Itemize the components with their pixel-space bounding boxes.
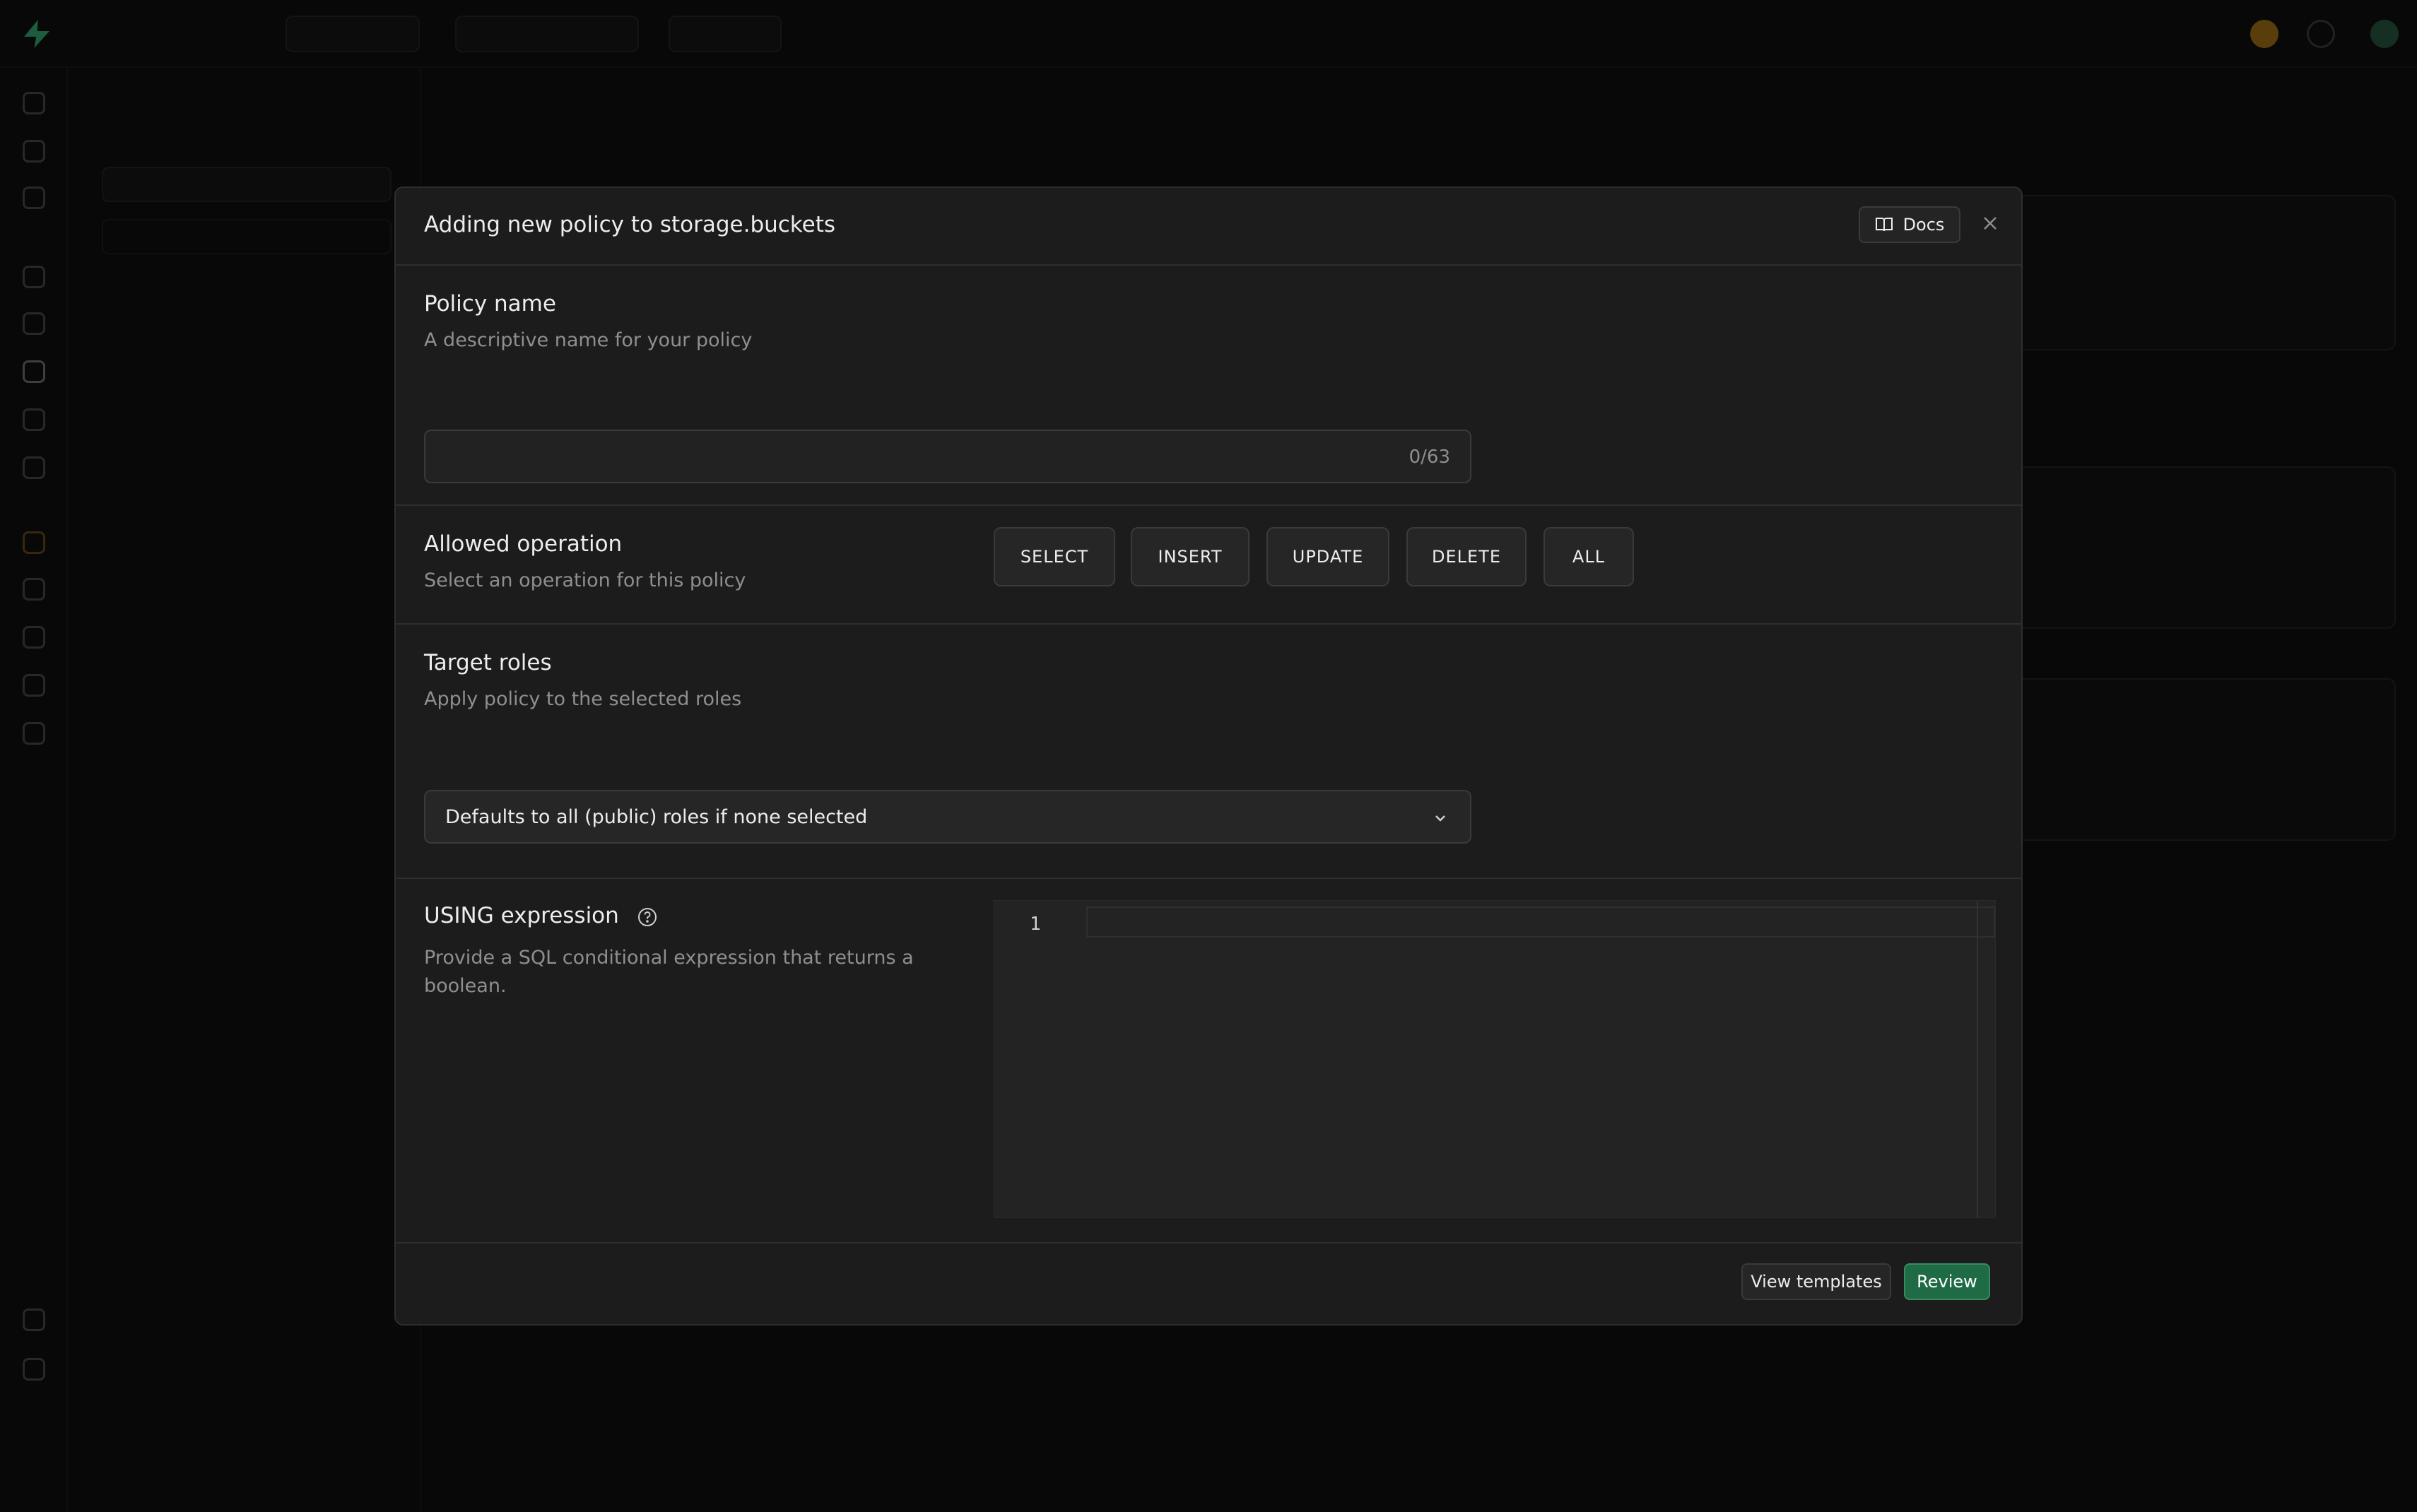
using-expression-label: USING expression [424, 903, 619, 928]
target-roles-select[interactable]: Defaults to all (public) roles if none s… [424, 790, 1471, 844]
policy-name-counter: 0/63 [1409, 447, 1450, 468]
allowed-operation-section: Allowed operation Select an operation fo… [396, 506, 2021, 625]
target-roles-help: Apply policy to the selected roles [424, 688, 742, 710]
target-roles-value: Defaults to all (public) roles if none s… [445, 805, 868, 828]
book-icon [1875, 218, 1893, 232]
policy-name-section: Policy name A descriptive name for your … [396, 266, 2021, 506]
allowed-operation-help: Select an operation for this policy [424, 569, 746, 591]
line-number: 1 [1030, 914, 1041, 935]
docs-label: Docs [1903, 215, 1945, 235]
using-expression-label-row: USING expression [424, 903, 659, 928]
add-policy-modal: Adding new policy to storage.buckets Doc… [394, 187, 2023, 1325]
operation-all-button[interactable]: ALL [1543, 527, 1634, 586]
allowed-operation-label: Allowed operation [424, 531, 623, 557]
operation-update-button[interactable]: UPDATE [1266, 527, 1389, 586]
target-roles-section: Target roles Apply policy to the selecte… [396, 625, 2021, 879]
chevron-down-icon [1435, 815, 1445, 822]
review-button[interactable]: Review [1904, 1263, 1990, 1300]
modal-title: Adding new policy to storage.buckets [424, 212, 836, 237]
operation-delete-button[interactable]: DELETE [1406, 527, 1527, 586]
using-expression-help: Provide a SQL conditional expression tha… [424, 947, 914, 997]
operation-select-button[interactable]: SELECT [994, 527, 1115, 586]
policy-name-help: A descriptive name for your policy [424, 329, 753, 351]
sql-editor[interactable]: 1 [994, 900, 1996, 1218]
operation-insert-button[interactable]: INSERT [1131, 527, 1249, 586]
modal-footer: View templates Review [396, 1241, 2021, 1324]
view-templates-button[interactable]: View templates [1741, 1263, 1891, 1300]
modal-header: Adding new policy to storage.buckets Doc… [396, 188, 2021, 266]
policy-name-label: Policy name [424, 291, 556, 317]
current-line-highlight [1086, 906, 1995, 938]
docs-button[interactable]: Docs [1859, 206, 1960, 243]
using-expression-section: USING expression Provide a SQL condition… [396, 879, 2021, 1244]
close-icon[interactable] [1975, 208, 2006, 239]
question-circle-icon[interactable] [636, 906, 659, 928]
app-root: Adding new policy to storage.buckets Doc… [0, 0, 2417, 1512]
policy-name-input[interactable]: 0/63 [424, 430, 1471, 483]
target-roles-label: Target roles [424, 650, 552, 675]
editor-scrollbar[interactable] [1977, 901, 1978, 1217]
